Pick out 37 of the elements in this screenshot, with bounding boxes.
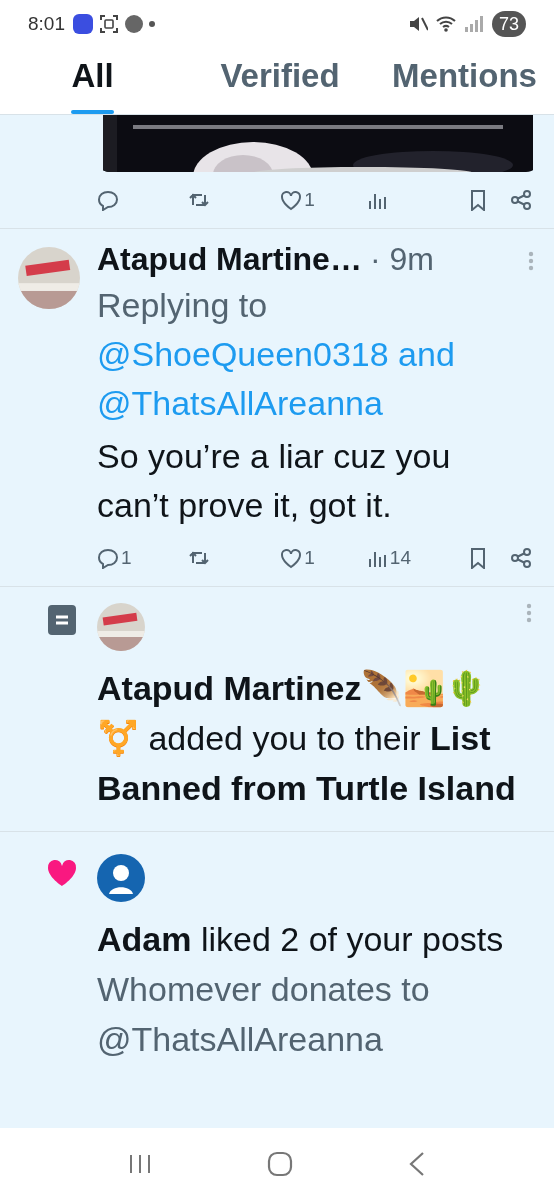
more-notifications-icon xyxy=(149,21,155,27)
status-time: 8:01 xyxy=(28,11,65,36)
replying-to-text: Replying to @ShoeQueen0318 and @ThatsAllAreanna xyxy=(97,285,456,424)
tab[interactable]: Mentions xyxy=(392,50,537,114)
views-button[interactable]: 14 xyxy=(365,543,411,573)
home-icon[interactable] xyxy=(267,1151,293,1177)
list-icon xyxy=(48,605,76,635)
avatar xyxy=(97,854,145,902)
like-button[interactable]: 1 xyxy=(280,543,315,573)
share-button[interactable] xyxy=(510,189,532,211)
battery-indicator: 73 xyxy=(491,11,526,37)
tab[interactable]: Verified xyxy=(220,50,340,114)
reply-icon xyxy=(97,547,119,569)
post-preview: Whomever donates to @ThatsAllAreanna xyxy=(97,969,431,1060)
app-notification-icon xyxy=(73,14,93,34)
news-app-icon xyxy=(125,15,143,33)
mute-icon xyxy=(407,14,428,34)
notification-text: Atapud Martinez🪶🏜🌵 ⚧ added you to their List Banned from Turtle Island xyxy=(97,668,517,809)
notification-text: Adam liked 2 of your posts xyxy=(97,919,505,960)
share-icon xyxy=(510,547,532,569)
recent-apps-icon[interactable] xyxy=(127,1153,152,1175)
reply-icon xyxy=(97,189,119,211)
author-name[interactable]: Atapud Martine… xyxy=(97,237,362,281)
tab[interactable]: All xyxy=(71,50,114,114)
reply-button[interactable] xyxy=(97,189,119,211)
wifi-icon xyxy=(435,14,456,34)
post-time: · 9m xyxy=(369,240,434,279)
heart-icon xyxy=(46,858,78,888)
share-button[interactable] xyxy=(510,547,532,569)
heart-icon xyxy=(280,189,303,211)
heart-icon xyxy=(280,547,303,569)
reply-button[interactable]: 1 xyxy=(97,543,132,573)
signal-icon xyxy=(463,14,484,34)
share-icon xyxy=(510,189,532,211)
screenshot-icon xyxy=(99,14,119,34)
post-text: So you’re a liar cuz you can’t prove it, got it. xyxy=(97,436,452,526)
like-button[interactable]: 1 xyxy=(280,185,315,215)
